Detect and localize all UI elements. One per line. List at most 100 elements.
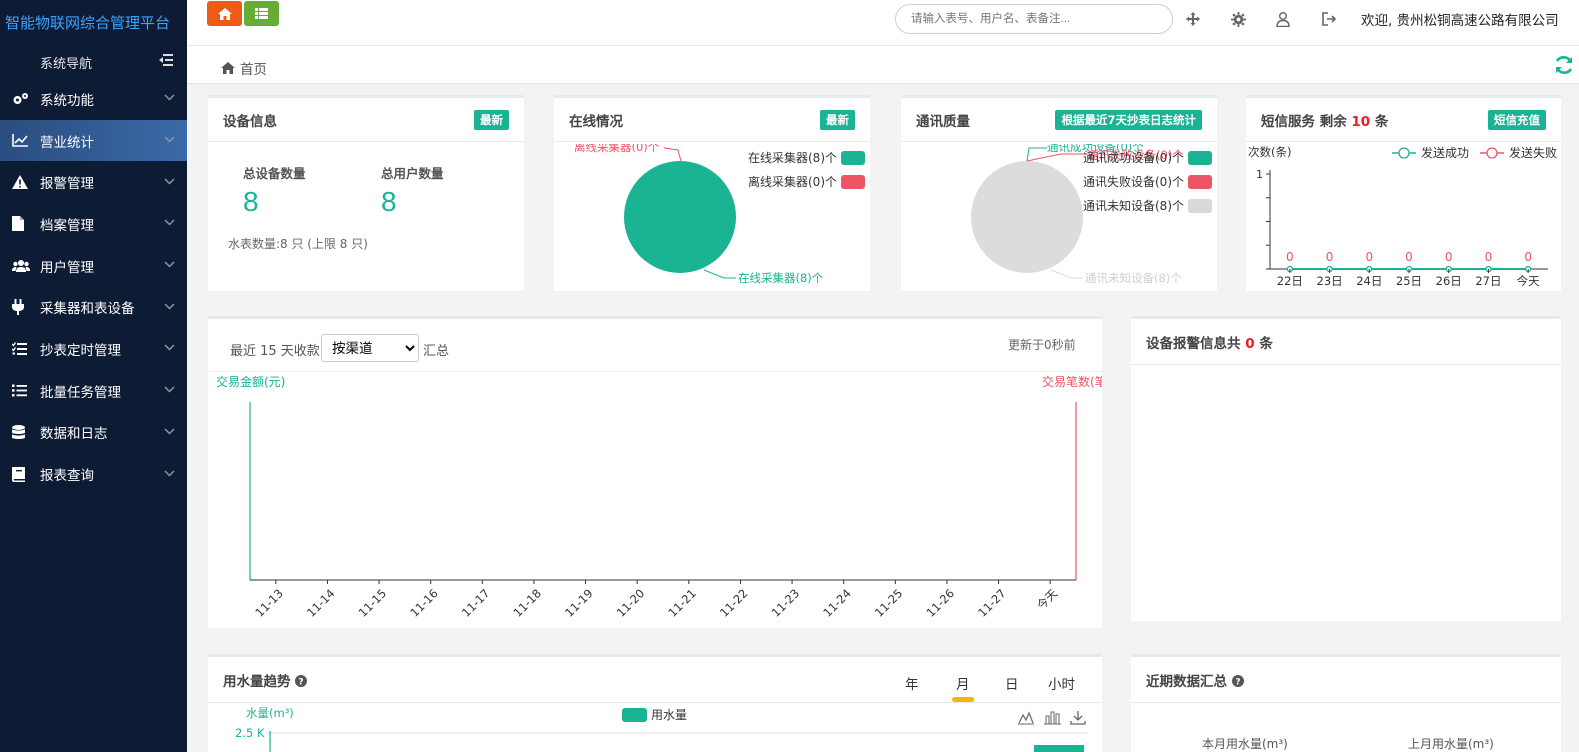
legend-online[interactable]: 在线采集器(8)个 xyxy=(748,149,865,166)
alarm-title: 设备报警信息共 0 条 xyxy=(1146,332,1273,352)
water-trend-chart: 水量(m³) 用水量 2.5 K xyxy=(235,706,1088,752)
sidebar-item-label: 用户管理 xyxy=(40,259,94,276)
sidebar-item-alarm[interactable]: 报警管理 xyxy=(0,161,187,203)
pie-slice-unknown xyxy=(971,161,1083,273)
legend-success[interactable]: 通讯成功设备(0)个 xyxy=(1083,149,1212,166)
legend-offline[interactable]: 离线采集器(0)个 xyxy=(748,173,865,190)
legend-sms-fail[interactable]: 发送失败 xyxy=(1480,145,1557,160)
line-chart-toggle-icon[interactable] xyxy=(1018,711,1034,725)
sms-title: 短信服务 剩余 10 条 xyxy=(1261,110,1388,130)
tab-year[interactable]: 年 xyxy=(905,673,919,693)
collapse-menu-icon[interactable] xyxy=(159,54,173,70)
sidebar: 智能物联网综合管理平台 系统导航 系统功能 营业统计 报警管理 档案管理 用户管理 采集器… xyxy=(0,0,187,752)
chevron-down-icon xyxy=(164,93,175,104)
sidebar-header-label: 系统导航 xyxy=(40,56,93,72)
sidebar-item-user[interactable]: 用户管理 xyxy=(0,245,187,287)
revenue-x-tick-label: 11-25 xyxy=(872,586,906,620)
tab-month[interactable]: 月 xyxy=(952,673,973,702)
tab-day[interactable]: 日 xyxy=(1005,673,1019,693)
legend-success-label: 通讯成功设备(0)个 xyxy=(1083,151,1184,165)
callout-line-fail xyxy=(1026,153,1087,162)
gear-icon[interactable] xyxy=(1229,10,1247,28)
breadcrumb-home[interactable]: 首页 xyxy=(221,58,267,78)
legend-unknown[interactable]: 通讯未知设备(8)个 xyxy=(1083,197,1212,214)
revenue-x-tick-label: 11-14 xyxy=(304,586,338,620)
help-icon: ? xyxy=(1231,674,1244,687)
legend-unknown-swatch xyxy=(1188,198,1212,213)
legend-success-swatch xyxy=(1188,150,1212,165)
last-month-usage-label: 上月用水量(m³) xyxy=(1408,737,1494,751)
menu-grid-button[interactable] xyxy=(244,1,279,26)
sms-x-tick-label: 27日 xyxy=(1475,274,1501,288)
legend-online-swatch xyxy=(841,150,865,165)
bar-chart-toggle-icon[interactable] xyxy=(1044,711,1061,725)
tasks-icon xyxy=(12,342,40,356)
sidebar-item-batch-task[interactable]: 批量任务管理 xyxy=(0,370,187,412)
sidebar-item-system[interactable]: 系统功能 xyxy=(0,78,187,120)
file-icon xyxy=(12,216,40,232)
user-icon[interactable] xyxy=(1274,10,1292,28)
legend-sms-success[interactable]: 发送成功 xyxy=(1392,145,1469,160)
sidebar-item-archive[interactable]: 档案管理 xyxy=(0,203,187,245)
legend-fail[interactable]: 通讯失败设备(0)个 xyxy=(1083,173,1212,190)
plug-icon xyxy=(12,299,40,316)
sidebar-item-revenue-stats[interactable]: 营业统计 xyxy=(0,119,187,162)
sms-x-tick-label: 22日 xyxy=(1277,274,1303,288)
legend-sms-success-symbol xyxy=(1398,147,1410,159)
sidebar-item-report[interactable]: 报表查询 xyxy=(0,453,187,495)
tab-hour[interactable]: 小时 xyxy=(1048,673,1075,693)
sidebar-item-collector-device[interactable]: 采集器和表设备 xyxy=(0,286,187,328)
refresh-icon[interactable] xyxy=(1553,54,1575,80)
breadcrumb: 首页 xyxy=(187,46,1579,84)
sidebar-item-data-log[interactable]: 数据和日志 xyxy=(0,412,187,454)
breadcrumb-home-label: 首页 xyxy=(240,62,267,78)
pie-slice-online xyxy=(624,161,736,273)
device-info-card: 设备信息 最新 总设备数量 8 总用户数量 8 水表数量:8 只 (上限 8 只… xyxy=(208,95,524,291)
comm-header: 通讯质量 根据最近7天抄表日志统计 xyxy=(901,98,1217,142)
sms-y-tick-label: 1 xyxy=(1256,168,1263,181)
revenue-chart: 交易金额(元) 交易笔数(笔) 11-13 11-14 11-15 11-16 11-1… xyxy=(216,374,1102,620)
online-pie-chart: 离线采集器(0)个 在线采集器(8)个 xyxy=(574,144,824,285)
total-users-value: 8 xyxy=(381,186,397,217)
revenue-prefix: 最近 15 天收款 xyxy=(230,344,320,359)
list-icon xyxy=(12,384,40,397)
warning-icon xyxy=(12,175,40,190)
home-button[interactable] xyxy=(207,1,242,26)
legend-sms-fail-symbol xyxy=(1486,147,1498,159)
total-devices-value: 8 xyxy=(243,186,259,217)
callout-unknown: 通讯未知设备(8)个 xyxy=(1085,271,1182,285)
revenue-x-tick-label: 11-13 xyxy=(252,586,286,620)
revenue-x-tick-label: 11-23 xyxy=(769,586,803,620)
download-icon[interactable] xyxy=(1070,711,1086,725)
water-trend-card: 用水量趋势 ? 年 月 日 小时 水量(m³) 用水量 2.5 K xyxy=(208,654,1102,752)
chevron-down-icon xyxy=(164,427,175,438)
comm-pie-chart: 通讯成功设备(0)个 通讯失败设备(0)个 通讯未知设备(8)个 xyxy=(971,144,1184,285)
grid-icon xyxy=(255,8,268,19)
sms-title-suffix: 条 xyxy=(1374,113,1389,130)
sms-x-tick-label: 26日 xyxy=(1436,274,1462,288)
this-month-usage-label: 本月用水量(m³) xyxy=(1202,737,1288,751)
sidebar-item-reading-schedule[interactable]: 抄表定时管理 xyxy=(0,328,187,370)
sidebar-item-label: 报警管理 xyxy=(40,176,94,193)
revenue-x-tick-label: 11-24 xyxy=(820,586,854,620)
device-info-badge: 最新 xyxy=(474,109,509,130)
sms-data-label: 0 xyxy=(1405,250,1413,264)
channel-select[interactable]: 按渠道 xyxy=(321,334,419,362)
revenue-x-tick-label: 11-26 xyxy=(924,586,958,620)
sms-remaining: 10 xyxy=(1351,113,1371,130)
move-icon[interactable] xyxy=(1184,10,1202,28)
sms-title-prefix: 短信服务 剩余 xyxy=(1261,113,1347,130)
logout-icon[interactable] xyxy=(1320,10,1338,28)
revenue-x-tick-label: 11-15 xyxy=(356,586,390,620)
callout-online: 在线采集器(8)个 xyxy=(738,271,824,285)
gears-icon xyxy=(12,92,40,106)
sidebar-item-label: 抄表定时管理 xyxy=(40,342,121,359)
online-title: 在线情况 xyxy=(569,113,623,130)
recent-summary-header: 近期数据汇总 ? xyxy=(1131,657,1561,703)
search-input[interactable] xyxy=(895,4,1173,34)
alarm-title-suffix: 条 xyxy=(1259,335,1273,352)
water-ylabel: 水量(m³) xyxy=(246,706,294,720)
recent-summary-card: 近期数据汇总 ? 本月用水量(m³) 上月用水量(m³) xyxy=(1131,654,1561,752)
chevron-down-icon xyxy=(164,469,175,480)
sms-recharge-button[interactable]: 短信充值 xyxy=(1488,109,1546,130)
